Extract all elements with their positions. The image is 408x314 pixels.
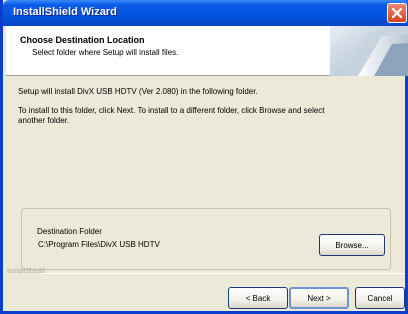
wizard-header: Choose Destination Location Select folde… xyxy=(6,26,408,76)
installshield-brand: InstallShield xyxy=(7,268,45,275)
title-bar[interactable]: InstallShield Wizard xyxy=(3,0,408,26)
page-title: Choose Destination Location xyxy=(20,35,145,45)
instruction-text-line2: another folder. xyxy=(18,116,70,125)
page-subtitle: Select folder where Setup will install f… xyxy=(32,48,179,57)
footer-divider xyxy=(41,273,405,274)
destination-folder-label: Destination Folder xyxy=(37,227,102,236)
close-icon xyxy=(391,7,403,19)
installshield-wizard-window: InstallShield Wizard Choose Destination … xyxy=(0,0,408,314)
install-info-text: Setup will install DivX USB HDTV (Ver 2.… xyxy=(18,87,258,96)
destination-path: C:\Program Files\DivX USB HDTV xyxy=(38,240,160,249)
close-button[interactable] xyxy=(387,3,407,23)
cancel-button[interactable]: Cancel xyxy=(355,287,405,309)
install-graphic-icon xyxy=(330,26,408,76)
instruction-text-line1: To install to this folder, click Next. T… xyxy=(18,106,325,115)
next-button[interactable]: Next > xyxy=(289,287,349,309)
browse-button[interactable]: Browse... xyxy=(319,234,385,256)
window-title: InstallShield Wizard xyxy=(13,6,117,18)
back-button[interactable]: < Back xyxy=(228,287,288,309)
